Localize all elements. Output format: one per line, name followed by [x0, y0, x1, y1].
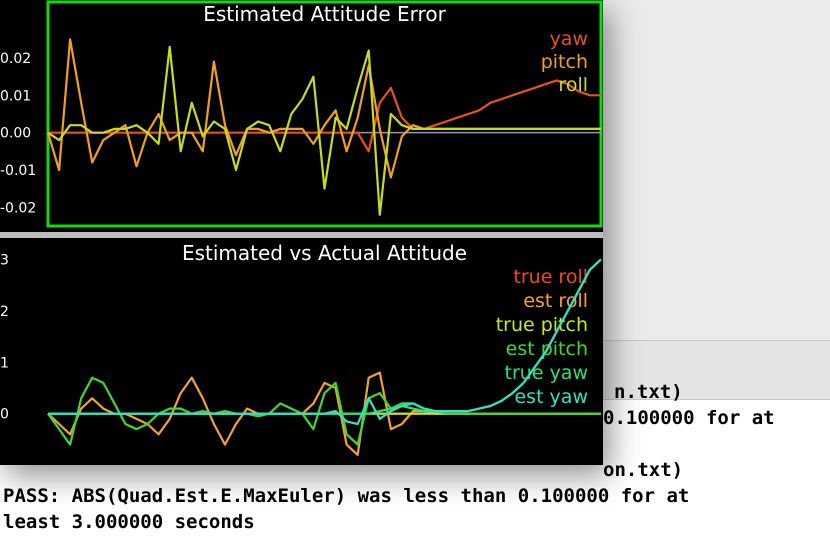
- legend-entry-pitch: pitch: [541, 51, 588, 73]
- chart-title: Estimated vs Actual Attitude: [182, 241, 467, 265]
- y-tick-label: -0.01: [0, 163, 36, 179]
- y-tick-label: -0.02: [0, 200, 36, 216]
- attitude-error-plot[interactable]: Estimated Attitude Error 0.02 0.01 0.00 -0.0…: [0, 0, 603, 232]
- legend-entry-true-yaw: true yaw: [505, 362, 588, 384]
- terminal-line-seconds: least 3.000000 seconds: [3, 511, 255, 533]
- legend-entry-roll: roll: [558, 74, 588, 96]
- y-tick-label: 0.01: [0, 88, 31, 104]
- y-tick-label: 0.02: [0, 51, 31, 67]
- y-tick-label: 2: [0, 304, 9, 320]
- terminal-line-pass-result: PASS: ABS(Quad.Est.E.MaxEuler) was less …: [3, 485, 690, 507]
- legend-entry-yaw: yaw: [550, 28, 588, 50]
- terminal-line-filename-partial: n.txt): [614, 381, 683, 403]
- estimated-vs-actual-attitude-plot[interactable]: Estimated vs Actual Attitude 3 2 1 0 true rol…: [0, 238, 603, 465]
- y-tick-label: 0.00: [0, 126, 31, 142]
- simulator-window: Estimated Attitude Error 0.02 0.01 0.00 -0.0…: [0, 0, 603, 465]
- legend-entry-est-yaw: est yaw: [514, 386, 588, 408]
- y-tick-label: 1: [0, 355, 9, 371]
- y-tick-label: 0: [0, 407, 9, 423]
- y-tick-label: 3: [0, 252, 9, 268]
- terminal-line-path-partial: on.txt): [603, 459, 684, 481]
- legend-entry-true-pitch: true pitch: [496, 314, 588, 336]
- legend-entry-true-roll: true roll: [513, 266, 588, 288]
- chart-title: Estimated Attitude Error: [203, 2, 446, 26]
- terminal-background-panel: [600, 0, 830, 340]
- plot-background: [0, 0, 603, 232]
- terminal-line-threshold-partial: 0.100000 for at: [603, 407, 775, 429]
